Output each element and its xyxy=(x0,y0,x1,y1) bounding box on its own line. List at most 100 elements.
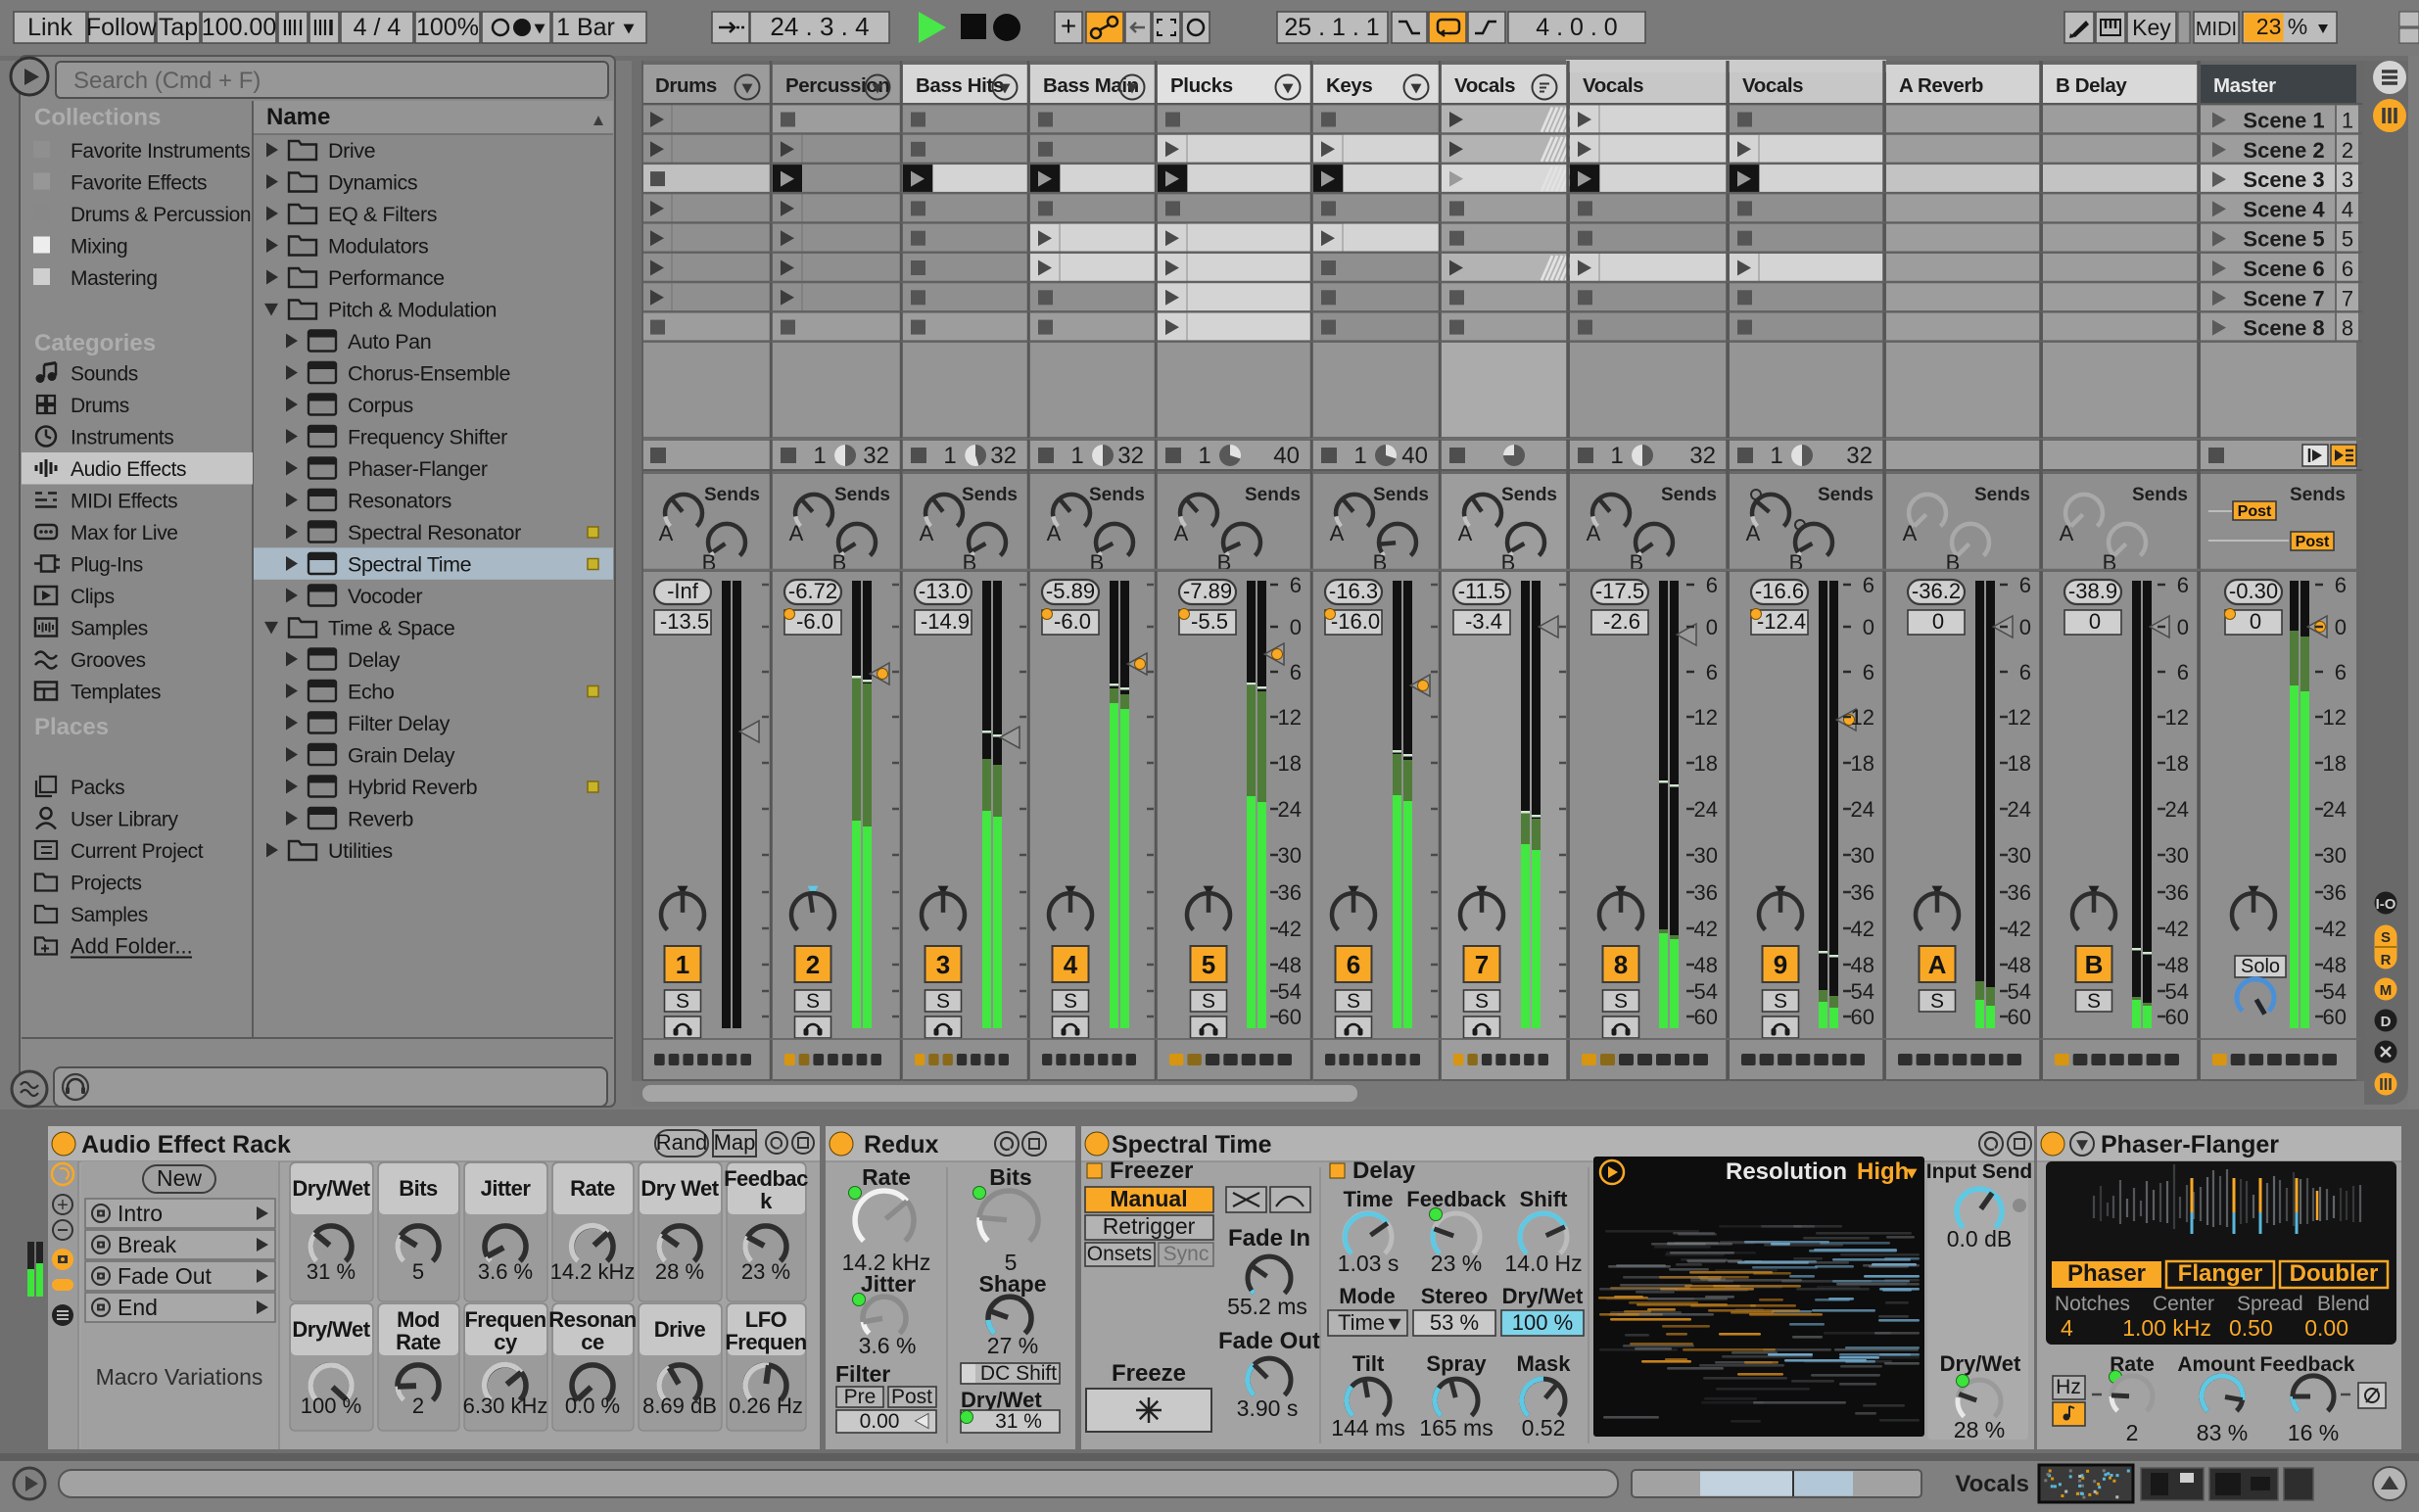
svg-text:Scene 2: Scene 2 xyxy=(2243,138,2324,163)
svg-text:Sends: Sends xyxy=(1245,485,1301,505)
svg-text:32: 32 xyxy=(1689,443,1716,469)
svg-text:Delay: Delay xyxy=(348,648,401,672)
svg-text:60: 60 xyxy=(2008,1005,2031,1029)
svg-text:Feedback: Feedback xyxy=(1406,1187,1506,1211)
svg-text:Dry/Wet: Dry/Wet xyxy=(292,1317,370,1342)
svg-text:12: 12 xyxy=(1851,705,1874,730)
svg-text:6: 6 xyxy=(1706,660,1718,685)
svg-text:36: 36 xyxy=(1278,880,1302,905)
svg-text:R: R xyxy=(2381,952,2392,969)
svg-text:Mastering: Mastering xyxy=(71,267,158,290)
svg-text:Mixing: Mixing xyxy=(71,236,127,259)
svg-text:Vocals: Vocals xyxy=(1454,74,1515,97)
svg-text:5: 5 xyxy=(1202,950,1215,979)
svg-text:cy: cy xyxy=(494,1330,518,1354)
svg-text:32: 32 xyxy=(863,443,889,469)
svg-text:1: 1 xyxy=(943,443,956,469)
svg-text:5: 5 xyxy=(2342,227,2353,252)
svg-text:Retrigger: Retrigger xyxy=(1103,1213,1196,1239)
svg-text:ce: ce xyxy=(581,1330,604,1354)
svg-text:Resonan: Resonan xyxy=(548,1307,636,1332)
svg-text:Dry/Wet: Dry/Wet xyxy=(961,1388,1042,1412)
svg-text:-16.3: -16.3 xyxy=(1329,579,1378,603)
svg-text:Solo: Solo xyxy=(2241,956,2280,977)
svg-text:Bits: Bits xyxy=(989,1164,1031,1190)
svg-text:Fade In: Fade In xyxy=(1228,1225,1310,1252)
svg-text:18: 18 xyxy=(1694,751,1718,776)
svg-text:0: 0 xyxy=(2335,615,2347,639)
svg-text:48: 48 xyxy=(1694,953,1718,977)
svg-text:New: New xyxy=(157,1165,202,1191)
svg-text:Search (Cmd + F): Search (Cmd + F) xyxy=(73,68,261,94)
svg-text:1: 1 xyxy=(1610,443,1623,469)
svg-text:-12.4: -12.4 xyxy=(1757,609,1806,634)
svg-text:High: High xyxy=(1857,1158,1909,1185)
svg-text:Mask: Mask xyxy=(1516,1351,1571,1376)
svg-text:-Inf: -Inf xyxy=(667,579,699,603)
svg-text:I-O: I-O xyxy=(2376,896,2396,913)
svg-text:6: 6 xyxy=(1290,660,1302,685)
svg-text:2: 2 xyxy=(2342,138,2353,163)
svg-text:0: 0 xyxy=(2250,609,2261,634)
svg-text:A: A xyxy=(1047,521,1062,545)
svg-text:Scene 5: Scene 5 xyxy=(2243,227,2324,252)
svg-text:8: 8 xyxy=(2342,316,2353,341)
svg-text:-13.5: -13.5 xyxy=(660,609,709,634)
svg-text:Sends: Sends xyxy=(834,485,890,505)
svg-text:A: A xyxy=(1903,521,1918,545)
svg-text:Follow: Follow xyxy=(86,14,158,41)
svg-text:-5.89: -5.89 xyxy=(1046,579,1095,603)
svg-text:Performance: Performance xyxy=(328,266,445,290)
svg-text:0.26 Hz: 0.26 Hz xyxy=(729,1394,803,1418)
svg-text:Dry/Wet: Dry/Wet xyxy=(292,1176,370,1201)
svg-text:18: 18 xyxy=(1278,751,1302,776)
svg-text:24: 24 xyxy=(1278,797,1302,822)
svg-text:Auto Pan: Auto Pan xyxy=(348,330,431,354)
svg-text:Redux: Redux xyxy=(864,1131,939,1158)
svg-text:165 ms: 165 ms xyxy=(1419,1415,1493,1441)
svg-text:Echo: Echo xyxy=(348,681,395,704)
svg-text:Places: Places xyxy=(34,714,109,740)
svg-text:Add Folder...: Add Folder... xyxy=(71,934,193,959)
svg-text:B: B xyxy=(2085,950,2104,979)
svg-text:100%: 100% xyxy=(416,14,479,41)
svg-text:Clips: Clips xyxy=(71,586,115,608)
svg-text:Amount: Amount xyxy=(2177,1353,2254,1376)
svg-text:Time & Space: Time & Space xyxy=(328,617,454,640)
svg-text:42: 42 xyxy=(1851,917,1874,941)
svg-text:Modulators: Modulators xyxy=(328,235,428,259)
svg-text:A: A xyxy=(1587,521,1601,545)
svg-text:-38.9: -38.9 xyxy=(2068,579,2117,603)
svg-text:1 Bar: 1 Bar xyxy=(556,14,615,41)
svg-text:Sends: Sends xyxy=(2132,485,2188,505)
svg-text:Name: Name xyxy=(266,104,330,130)
svg-text:S: S xyxy=(936,990,950,1013)
svg-text:0.50: 0.50 xyxy=(2229,1315,2273,1341)
svg-text:-5.5: -5.5 xyxy=(1191,609,1228,634)
svg-text:Break: Break xyxy=(118,1232,177,1257)
svg-text:A: A xyxy=(789,521,804,545)
svg-text:Fade Out: Fade Out xyxy=(1218,1328,1320,1354)
svg-text:Vocoder: Vocoder xyxy=(348,585,422,608)
svg-text:28 %: 28 % xyxy=(655,1259,704,1284)
svg-text:0: 0 xyxy=(1863,615,1874,639)
svg-text:Scene 1: Scene 1 xyxy=(2243,109,2324,133)
svg-text:Sends: Sends xyxy=(2290,485,2346,505)
svg-text:Current Project: Current Project xyxy=(71,840,204,863)
svg-text:Post: Post xyxy=(2238,503,2272,520)
svg-text:Feedbac: Feedbac xyxy=(724,1166,808,1191)
svg-text:Pre: Pre xyxy=(844,1386,877,1408)
svg-text:Frequency Shifter: Frequency Shifter xyxy=(348,426,507,449)
svg-text:30: 30 xyxy=(1851,843,1874,868)
svg-text:Spectral Time: Spectral Time xyxy=(1112,1131,1272,1158)
svg-text:2: 2 xyxy=(2126,1420,2139,1445)
svg-text:Rand: Rand xyxy=(656,1130,708,1155)
svg-text:S: S xyxy=(2381,929,2391,946)
svg-text:53 %: 53 % xyxy=(1430,1310,1479,1335)
svg-text:6: 6 xyxy=(2335,660,2347,685)
svg-text:-16.6: -16.6 xyxy=(1755,579,1804,603)
svg-text:36: 36 xyxy=(2165,880,2189,905)
svg-text:Drive: Drive xyxy=(654,1317,706,1342)
svg-text:1: 1 xyxy=(1070,443,1083,469)
svg-text:-6.72: -6.72 xyxy=(788,579,837,603)
